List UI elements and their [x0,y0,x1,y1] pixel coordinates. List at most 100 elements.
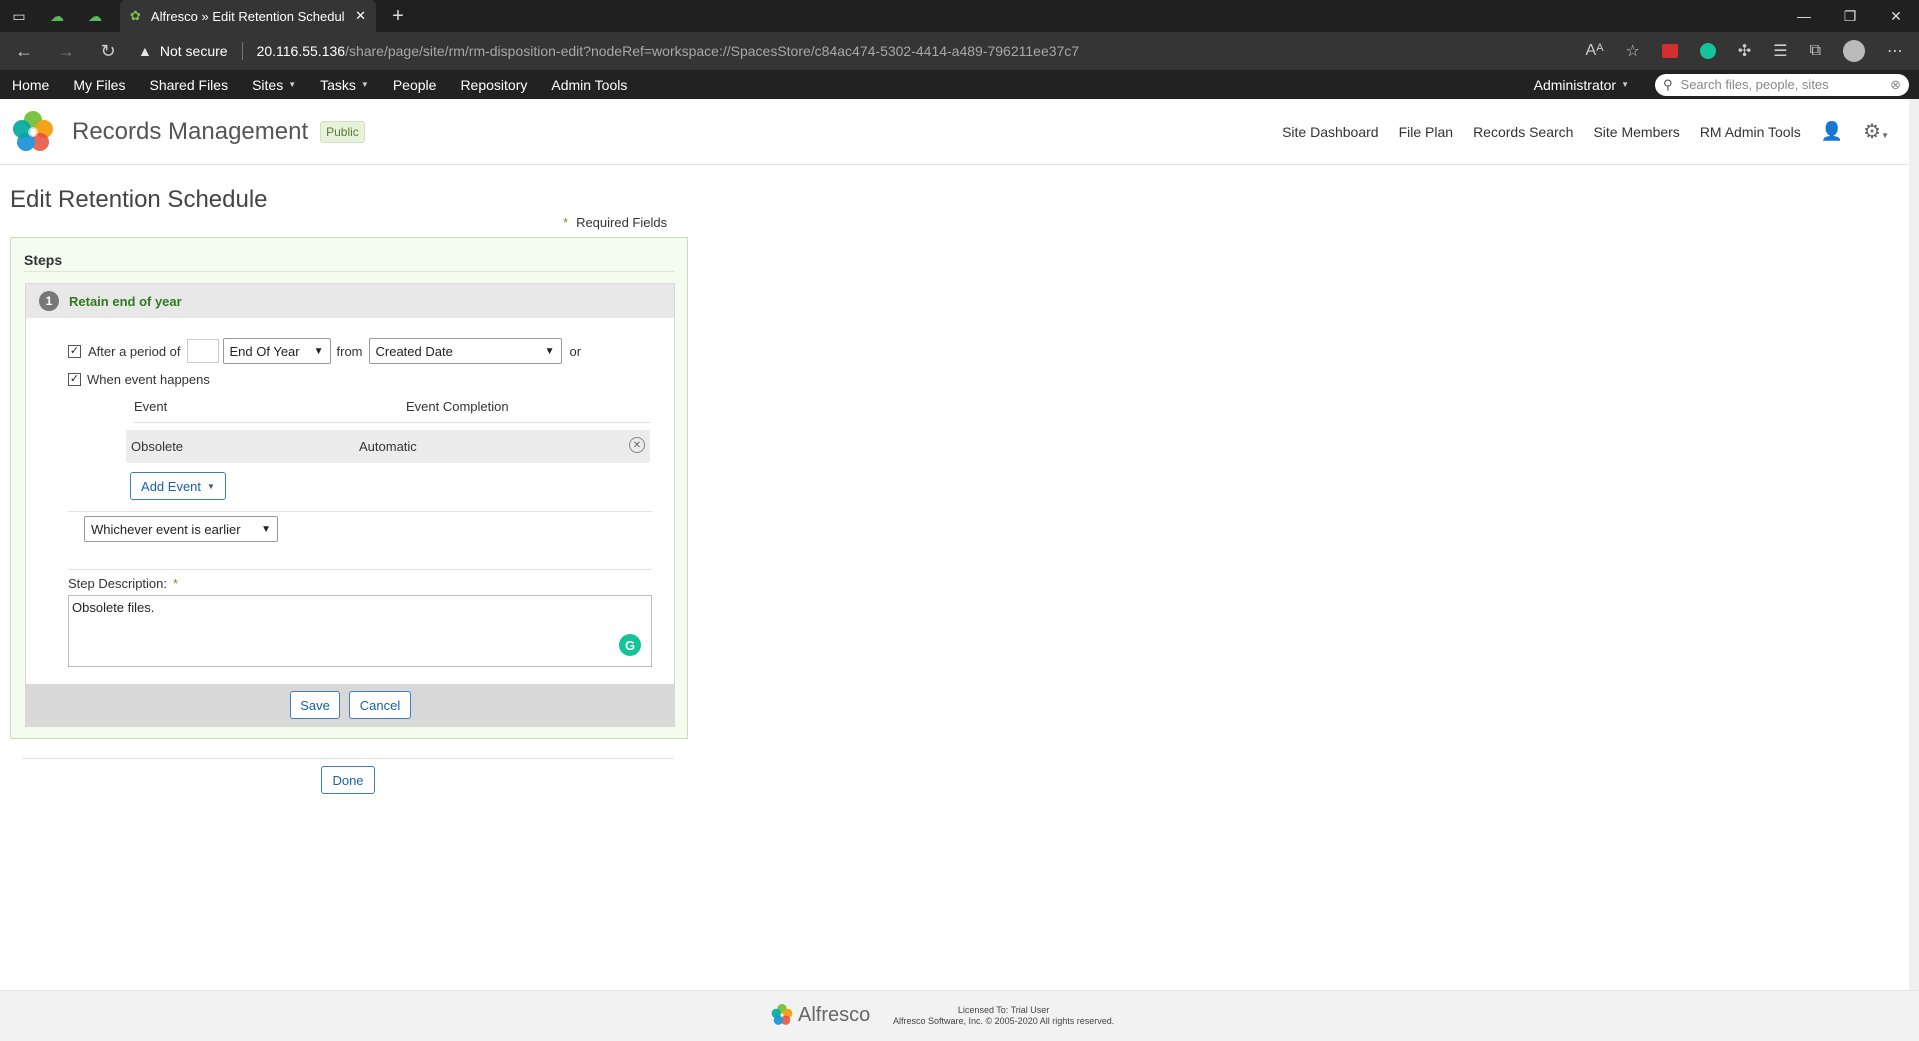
period-from-select[interactable]: Created Date ▼ [368,338,562,364]
reload-icon[interactable]: ↻ [90,32,126,70]
active-browser-tab[interactable]: ✿ Alfresco » Edit Retention Schedule ✕ [120,0,376,32]
browser-address-bar: ← → ↻ ▲ Not secure 20.116.55.136/share/p… [0,32,1919,70]
site-nav-records-search[interactable]: Records Search [1473,124,1573,140]
more-menu-icon[interactable]: ⋯ [1887,41,1903,61]
pinned-tab-cloud-2[interactable]: ☁ [76,0,114,32]
alfresco-favicon-icon: ✿ [130,8,141,23]
nav-my-files[interactable]: My Files [61,70,137,99]
favorite-star-icon[interactable]: ☆ [1625,41,1639,61]
forward-arrow-icon[interactable]: → [48,32,84,70]
chevron-down-icon: ▼ [313,345,324,357]
minimize-icon[interactable]: — [1781,0,1827,32]
nav-sites[interactable]: Sites ▼ [240,70,308,99]
site-nav-dashboard[interactable]: Site Dashboard [1282,124,1379,140]
nav-right: Administrator ▼ ⚲ Search files, people, s… [1522,70,1919,99]
event-name: Obsolete [131,439,184,454]
back-arrow-icon[interactable]: ← [6,32,42,70]
steps-panel: Steps 1 Retain end of year ✓ After a per… [10,237,688,739]
extension-red-icon[interactable] [1661,44,1678,58]
when-event-label: When event happens [87,372,210,387]
required-fields-label: Required Fields [576,215,668,230]
footer-brand: Alfresco [798,1003,871,1026]
nav-admin-tools-label: Admin Tools [551,76,628,93]
url-separator [241,42,243,60]
steps-divider [24,271,674,272]
grammarly-icon[interactable] [1699,43,1716,59]
footer-logo: Alfresco [770,1003,870,1027]
caret-down-icon: ▼ [207,481,215,491]
step-description-textarea[interactable]: Obsolete files. G [68,595,652,667]
event-completion: Automatic [359,439,417,454]
caret-down-icon: ▼ [288,80,297,89]
save-button[interactable]: Save [290,691,340,719]
remove-event-icon[interactable]: ✕ [629,437,645,453]
chevron-down-icon: ▼ [261,523,271,535]
grammarly-icon[interactable]: G [619,634,641,656]
after-period-label: After a period of [88,343,181,359]
nav-repository[interactable]: Repository [448,70,539,99]
user-menu[interactable]: Administrator ▼ [1522,70,1641,99]
site-visibility-badge: Public [320,120,365,143]
favorites-icon[interactable]: ☰ [1773,41,1787,61]
site-nav-file-plan[interactable]: File Plan [1399,124,1453,140]
period-unit-value: End Of Year [229,343,300,359]
license-line-1: Licensed To: Trial User [957,1005,1050,1015]
nav-people[interactable]: People [381,70,449,99]
license-line-2: Alfresco Software, Inc. © 2005-2020 All … [893,1016,1115,1026]
close-window-icon[interactable]: ✕ [1873,0,1919,32]
gear-icon[interactable]: ⚙▼ [1863,119,1889,144]
page-scrollbar[interactable] [1909,99,1919,990]
retention-step: 1 Retain end of year ✓ After a period of… [25,283,675,727]
cancel-label: Cancel [359,697,401,713]
nav-tasks-label: Tasks [320,76,356,93]
period-from-value: Created Date [375,343,453,359]
nav-admin-tools[interactable]: Admin Tools [539,70,639,99]
after-period-checkbox[interactable]: ✓ [68,344,81,358]
cancel-button[interactable]: Cancel [349,691,411,719]
nav-tasks[interactable]: Tasks ▼ [308,70,381,99]
event-combination-select[interactable]: Whichever event is earlier ▼ [84,516,278,542]
events-divider [68,511,652,512]
collections-icon[interactable]: ⧉ [1810,42,1821,60]
period-row: ✓ After a period of End Of Year ▼ from Cr… [68,338,581,364]
nav-home-label: Home [12,76,50,93]
event-column-header: Event [134,399,168,414]
close-tab-icon[interactable]: ✕ [355,8,366,24]
clear-search-icon[interactable]: ⊗ [1890,77,1901,93]
extensions-puzzle-icon[interactable]: ✣ [1738,41,1751,61]
site-nav-site-members[interactable]: Site Members [1593,124,1679,140]
pinned-tab-cloud-1[interactable]: ☁ [38,0,76,32]
when-event-checkbox[interactable]: ✓ [68,373,81,386]
site-nav-rm-admin-tools[interactable]: RM Admin Tools [1700,124,1801,140]
add-user-icon[interactable]: 👤 [1821,121,1843,142]
profile-avatar-icon[interactable] [1843,40,1865,62]
step-description-value: Obsolete files. [72,600,155,615]
tab-actions-icon[interactable]: ▭ [0,0,38,32]
add-event-button[interactable]: Add Event ▼ [130,472,226,500]
window-controls: — ❐ ✕ [1781,0,1919,32]
nav-sites-label: Sites [252,76,284,93]
period-amount-input[interactable] [186,339,219,363]
url-field[interactable]: ▲ Not secure 20.116.55.136/share/page/si… [138,32,1586,70]
tab-title: Alfresco » Edit Retention Schedule [150,8,346,24]
step-number: 1 [39,291,59,311]
description-divider [68,569,652,570]
page-footer: Alfresco Licensed To: Trial User Alfresc… [0,990,1919,1041]
restore-icon[interactable]: ❐ [1827,0,1873,32]
nav-shared-files[interactable]: Shared Files [137,70,240,99]
alfresco-logo-icon [771,1004,793,1025]
page-title: Edit Retention Schedule [10,186,268,213]
site-nav: Site Dashboard File Plan Records Search … [1282,119,1919,144]
new-tab-button[interactable]: + [382,0,414,32]
event-combination-value: Whichever event is earlier [91,521,241,537]
search-input[interactable]: ⚲ Search files, people, sites ⊗ [1655,73,1909,96]
nav-home[interactable]: Home [0,70,61,99]
step-header: 1 Retain end of year [26,284,674,318]
required-star: * [563,215,569,230]
done-button[interactable]: Done [321,766,375,794]
period-unit-select[interactable]: End Of Year ▼ [222,338,331,364]
read-aloud-icon[interactable]: Aᴬ [1586,42,1604,60]
events-table-header: Event Event Completion [134,399,650,423]
nav-repository-label: Repository [460,76,528,93]
footer-license: Licensed To: Trial User Alfresco Softwar… [893,1005,1114,1027]
